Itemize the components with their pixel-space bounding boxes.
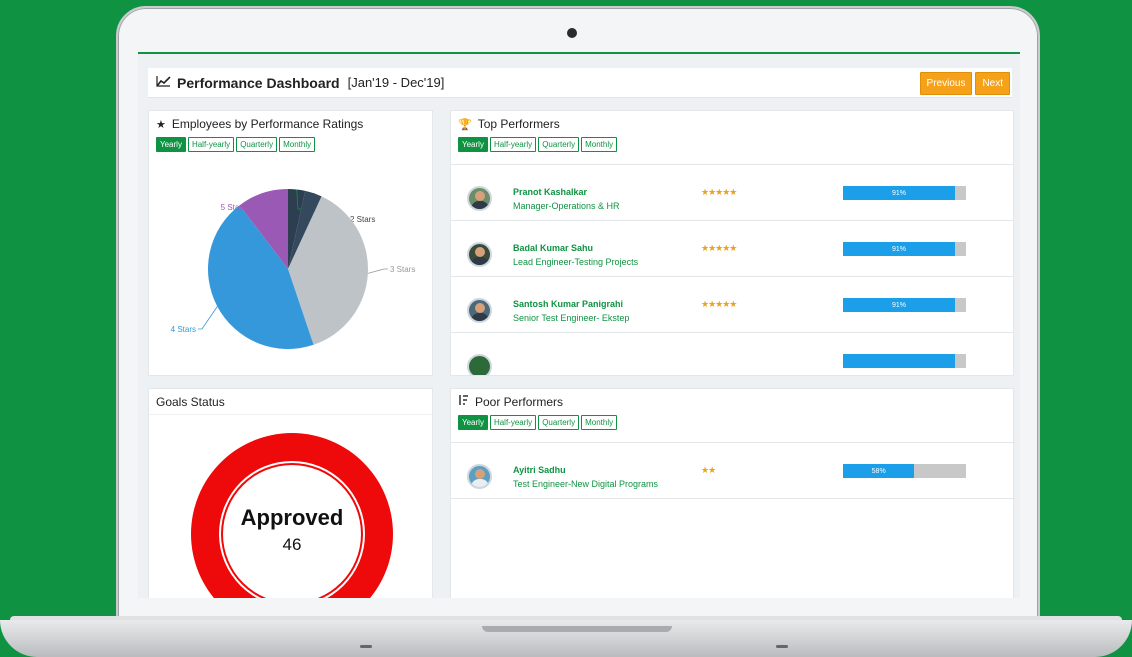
date-range: [Jan'19 - Dec'19] (347, 75, 445, 90)
employee-name: Pranot Kashalkar (513, 187, 588, 197)
pie-label: 2 Stars (350, 215, 375, 224)
poor-filters: Yearly Half-yearly Quarterly Monthly (451, 415, 1013, 430)
pie-leader-line (367, 268, 388, 274)
pie-label: 5 Stars (221, 203, 246, 212)
goals-center: Approved 46 (223, 465, 361, 598)
goals-panel-title: Goals Status (156, 394, 225, 409)
dashboard-header: Performance Dashboard [Jan'19 - Dec'19] … (148, 68, 1012, 98)
table-row-partial[interactable] (451, 333, 1013, 375)
employee-name: Ayitri Sadhu (513, 465, 566, 475)
ratings-filters: Yearly Half-yearly Quarterly Monthly (149, 137, 432, 152)
rating-stars: ★★★★★ (701, 187, 737, 197)
score-bar: 58% (843, 464, 966, 478)
dashboard-screen: Performance Dashboard [Jan'19 - Dec'19] … (138, 52, 1020, 598)
poor-panel-title: Poor Performers (475, 395, 564, 409)
star-icon: ★ (156, 118, 166, 131)
goal-status-label: Approved (240, 505, 344, 530)
poor-performers-panel: Poor Performers Yearly Half-yearly Quart… (450, 388, 1015, 598)
ratings-panel-title: Employees by Performance Ratings (171, 117, 364, 131)
filter-quarterly[interactable]: Quarterly (538, 137, 580, 152)
ratings-pie-chart: 1 Star2 Stars3 Stars4 Stars5 Stars (171, 189, 415, 350)
table-row[interactable]: Santosh Kumar Panigrahi Senior Test Engi… (451, 277, 1013, 333)
page-title: Performance Dashboard (177, 74, 340, 91)
avatar (467, 464, 492, 489)
laptop-notch (482, 626, 672, 632)
pie-label: 3 Stars (390, 265, 415, 274)
goal-status-count: 46 (282, 535, 302, 554)
avatar (467, 242, 492, 267)
filter-monthly[interactable]: Monthly (581, 137, 618, 152)
score-fill: 58% (843, 464, 915, 478)
table-row[interactable]: Ayitri Sadhu Test Engineer-New Digital P… (451, 443, 1015, 499)
filter-yearly[interactable]: Yearly (458, 137, 488, 152)
employee-role: Lead Engineer-Testing Projects (513, 257, 639, 267)
avatar (467, 298, 492, 323)
trend-chart-icon (156, 74, 171, 92)
previous-button[interactable]: Previous (919, 72, 973, 95)
employee-role: Test Engineer-New Digital Programs (513, 479, 659, 489)
filter-quarterly[interactable]: Quarterly (538, 415, 580, 430)
avatar (467, 186, 492, 211)
score-bar: 91% (843, 186, 966, 200)
top-filters: Yearly Half-yearly Quarterly Monthly (451, 137, 1013, 152)
pie-leader-line (198, 306, 218, 330)
score-bar: 91% (843, 298, 966, 312)
filter-quarterly[interactable]: Quarterly (236, 137, 278, 152)
rating-stars: ★★★★★ (701, 299, 737, 309)
score-bar: 91% (843, 242, 966, 256)
employee-name: Santosh Kumar Panigrahi (513, 299, 624, 309)
score-fill (843, 354, 955, 368)
table-row[interactable]: Badal Kumar Sahu Lead Engineer-Testing P… (451, 221, 1013, 277)
ratings-panel: ★ Employees by Performance Ratings Yearly… (148, 110, 433, 376)
employee-role: Manager-Operations & HR (513, 201, 620, 211)
score-bar (843, 354, 966, 368)
rating-stars: ★★★★★ (701, 243, 737, 253)
filter-monthly[interactable]: Monthly (279, 137, 316, 152)
laptop-foot (360, 645, 372, 648)
filter-half-yearly[interactable]: Half-yearly (489, 415, 537, 430)
score-fill: 91% (843, 186, 955, 200)
filter-half-yearly[interactable]: Half-yearly (489, 137, 537, 152)
filter-yearly[interactable]: Yearly (156, 137, 186, 152)
laptop-foot (776, 645, 788, 648)
filter-monthly[interactable]: Monthly (581, 415, 618, 430)
sort-desc-icon (458, 395, 469, 409)
rating-stars: ★★ (701, 465, 716, 475)
table-row[interactable]: Pranot Kashalkar Manager-Operations & HR… (451, 165, 1013, 221)
filter-yearly[interactable]: Yearly (458, 415, 488, 430)
employee-role: Senior Test Engineer- Ekstep (513, 313, 630, 323)
score-fill: 91% (843, 298, 955, 312)
next-button[interactable]: Next (975, 72, 1010, 95)
goals-donut: Approved 46 (191, 433, 393, 598)
webcam (567, 28, 577, 38)
avatar (467, 354, 492, 375)
top-performers-panel: 🏆 Top Performers Yearly Half-yearly Quart… (450, 110, 1014, 376)
score-fill: 91% (843, 242, 955, 256)
employee-name: Badal Kumar Sahu (513, 243, 594, 253)
filter-half-yearly[interactable]: Half-yearly (187, 137, 235, 152)
goals-panel: Goals Status Approved 46 (148, 388, 433, 598)
pie-label: 4 Stars (171, 325, 196, 334)
trophy-icon: 🏆 (458, 118, 472, 131)
top-panel-title: Top Performers (477, 117, 560, 131)
